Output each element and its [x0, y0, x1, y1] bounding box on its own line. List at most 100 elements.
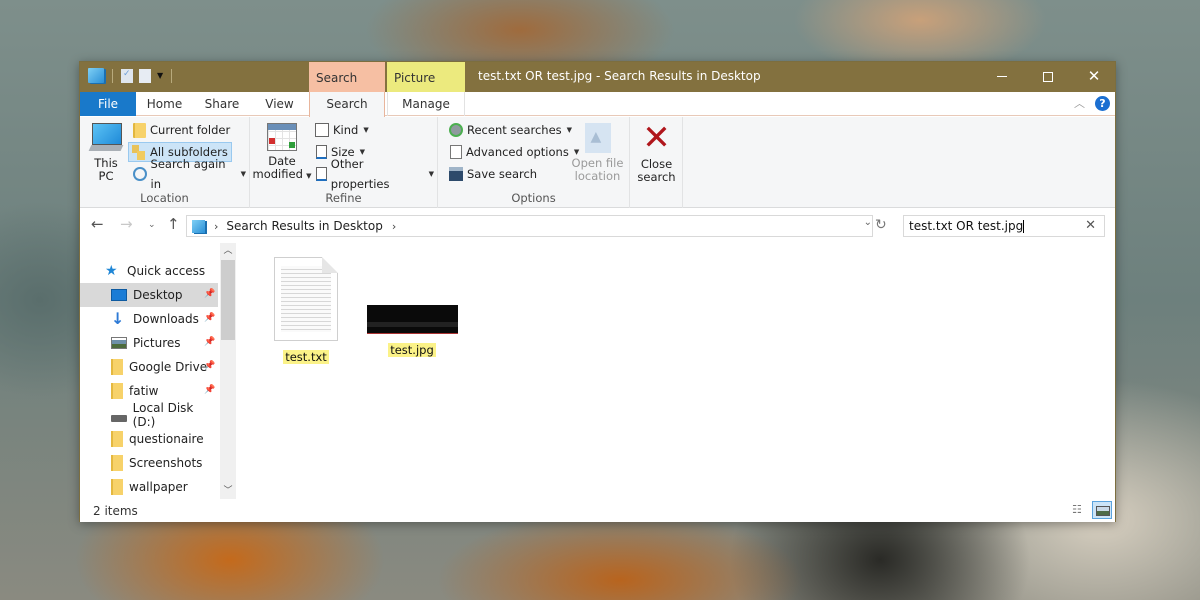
refine-group-label: Refine: [325, 191, 362, 205]
sidebar-item-local-disk-d[interactable]: Local Disk (D:): [80, 401, 218, 429]
sidebar-item-fatiw[interactable]: fatiw 📌: [80, 379, 218, 403]
status-bar: 2 items ☷: [80, 499, 1115, 522]
calendar-icon: [267, 123, 297, 151]
pin-icon[interactable]: 📌: [204, 313, 215, 323]
pin-icon[interactable]: 📌: [204, 385, 215, 395]
open-file-location-button[interactable]: Open file location: [570, 123, 625, 183]
minimize-icon: [997, 76, 1007, 77]
dropdown-arrow-icon: ▼: [303, 172, 312, 180]
sidebar-item-downloads[interactable]: ↓ Downloads 📌: [80, 307, 218, 331]
sidebar-item-wallpaper[interactable]: wallpaper: [80, 475, 218, 499]
scrollbar-thumb[interactable]: [221, 260, 235, 340]
current-folder-button[interactable]: Current folder: [130, 120, 233, 140]
save-search-label: Save search: [467, 167, 538, 181]
search-input[interactable]: test.txt OR test.jpg ✕: [903, 215, 1105, 237]
folder-icon: [133, 122, 146, 138]
large-icons-view-icon[interactable]: [1092, 501, 1112, 519]
sidebar-item-questionaire[interactable]: questionaire: [80, 427, 218, 451]
sidebar-scrollbar[interactable]: ︿ ﹀: [220, 243, 236, 499]
refine-group: Date modified ▼ Kind ▼ Size ▼ Other prop…: [250, 117, 438, 208]
options-group: Recent searches ▼ Advanced options ▼ Sav…: [438, 117, 630, 208]
open-file-location-icon: [584, 123, 611, 153]
file-item[interactable]: test.txt: [256, 253, 356, 364]
sidebar-item-label: Google Drive: [129, 360, 208, 374]
forward-button[interactable]: →: [120, 215, 133, 233]
scroll-down-icon[interactable]: ﹀: [220, 483, 236, 499]
breadcrumb-chevron-icon[interactable]: ›: [392, 220, 396, 233]
sidebar-item-label: Screenshots: [129, 456, 203, 470]
date-modified-button[interactable]: Date modified ▼: [252, 123, 312, 183]
breadcrumb-chevron-icon[interactable]: ›: [214, 220, 218, 233]
app-icon[interactable]: [88, 68, 104, 83]
kind-button[interactable]: Kind ▼: [312, 120, 372, 140]
other-properties-button[interactable]: Other properties ▼: [313, 157, 437, 191]
address-dropdown-icon[interactable]: ⌄: [864, 217, 872, 228]
sidebar-item-label: questionaire: [129, 432, 204, 446]
properties-icon[interactable]: [121, 68, 133, 83]
tab-manage[interactable]: Manage: [387, 92, 465, 116]
close-search-button[interactable]: ✕ Close search: [634, 118, 679, 184]
downloads-icon: ↓: [111, 309, 125, 328]
scroll-up-icon[interactable]: ︿: [220, 243, 236, 259]
folder-icon: [111, 359, 123, 375]
clear-search-icon[interactable]: ✕: [1085, 216, 1096, 236]
options-group-label: Options: [511, 191, 556, 205]
file-name: test.txt: [283, 350, 329, 364]
sidebar-item-pictures[interactable]: Pictures 📌: [80, 331, 218, 355]
search-again-in-button[interactable]: Search again in ▼: [130, 157, 249, 191]
date-modified-label-2: modified: [252, 167, 303, 181]
tab-file[interactable]: File: [80, 92, 136, 116]
tab-home[interactable]: Home: [136, 92, 193, 116]
tab-share[interactable]: Share: [193, 92, 251, 116]
sidebar-item-screenshots[interactable]: Screenshots: [80, 451, 218, 475]
search-results-icon: [192, 219, 205, 233]
file-item[interactable]: test.jpg: [362, 253, 462, 357]
back-button[interactable]: ←: [91, 215, 104, 233]
search-again-in-label: Search again in: [150, 157, 226, 191]
dropdown-arrow-icon: ▼: [240, 170, 246, 178]
minimize-button[interactable]: [979, 62, 1025, 90]
pin-icon[interactable]: 📌: [204, 337, 215, 347]
file-explorer-window: ▼ Search Tools Picture Tools test.txt OR…: [79, 61, 1116, 522]
this-pc-label: This PC: [94, 156, 118, 183]
tab-search[interactable]: Search: [309, 92, 385, 117]
recent-searches-button[interactable]: Recent searches ▼: [446, 120, 575, 140]
details-view-icon[interactable]: ☷: [1072, 504, 1088, 517]
sidebar-item-quick-access[interactable]: ★ Quick access: [80, 259, 218, 283]
save-search-button[interactable]: Save search: [446, 164, 540, 184]
close-button[interactable]: ✕: [1071, 62, 1117, 90]
close-group: ✕ Close search: [630, 117, 683, 208]
recent-locations-button[interactable]: ⌄: [148, 220, 156, 230]
advanced-options-button[interactable]: Advanced options ▼: [447, 142, 582, 162]
pin-icon[interactable]: 📌: [204, 361, 215, 371]
sidebar-item-label: Pictures: [133, 336, 181, 350]
pin-icon[interactable]: 📌: [204, 289, 215, 299]
sidebar-item-label: Local Disk (D:): [132, 401, 194, 429]
maximize-button[interactable]: [1025, 62, 1071, 90]
quick-access-toolbar: ▼: [88, 68, 174, 83]
close-search-icon: ✕: [642, 118, 671, 158]
qat-separator: [112, 68, 113, 83]
refresh-icon[interactable]: ↻: [875, 217, 887, 233]
text-cursor: [1023, 220, 1025, 233]
location-group: This PC Current folder All subfolders Se…: [80, 117, 250, 208]
breadcrumb-search-results[interactable]: Search Results in Desktop: [226, 219, 382, 233]
ribbon-tabs: File Home Share View Search Manage ︿ ?: [80, 92, 1115, 117]
collapse-ribbon-icon[interactable]: ︿: [1074, 95, 1085, 111]
tab-view[interactable]: View: [251, 92, 308, 116]
kind-label: Kind: [333, 123, 359, 137]
sidebar-item-google-drive[interactable]: Google Drive 📌: [80, 355, 218, 379]
image-thumbnail: [366, 305, 458, 334]
up-button[interactable]: ↑: [167, 215, 180, 233]
this-pc-button[interactable]: This PC: [88, 123, 124, 183]
desktop-icon: [111, 289, 127, 301]
other-properties-icon: [316, 167, 327, 181]
address-bar[interactable]: › Search Results in Desktop › ⌄: [186, 215, 873, 237]
current-folder-label: Current folder: [150, 123, 231, 137]
customize-dropdown-icon[interactable]: ▼: [157, 71, 163, 80]
sidebar-item-desktop[interactable]: Desktop 📌: [80, 283, 218, 307]
new-folder-icon[interactable]: [139, 68, 151, 83]
sidebar-item-label: Quick access: [127, 264, 206, 278]
picture-tools-context-label: Picture Tools: [387, 62, 465, 117]
help-icon[interactable]: ?: [1095, 96, 1110, 111]
